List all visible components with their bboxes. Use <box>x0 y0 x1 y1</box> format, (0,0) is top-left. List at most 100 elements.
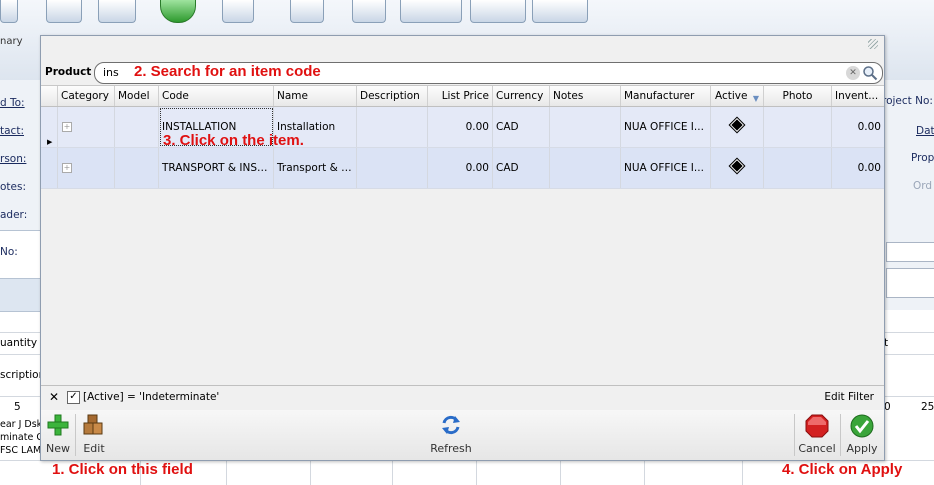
column-header-manufacturer[interactable]: Manufacturer <box>621 86 711 106</box>
bg-col-line <box>644 460 645 485</box>
expand-icon[interactable]: + <box>62 122 72 132</box>
bg-band <box>0 278 42 312</box>
search-icon[interactable] <box>862 65 878 81</box>
cell-inventory[interactable]: 0.00 <box>832 148 884 188</box>
annotation-step-2: 2. Search for an item code <box>134 63 321 80</box>
cell-category[interactable]: + <box>58 148 115 188</box>
bg-label-project-no: roject No: <box>882 95 933 107</box>
bg-label-send-to[interactable]: d To: <box>0 97 25 109</box>
product-lookup-popup: Product : ins ✕ Category Model Code Name… <box>40 35 885 461</box>
ribbon-document-icon[interactable] <box>46 0 82 23</box>
column-header-list-price[interactable]: List Price <box>428 86 493 106</box>
product-search-label: Product : <box>45 66 100 78</box>
cell-notes[interactable] <box>550 148 621 188</box>
clear-search-icon[interactable]: ✕ <box>846 66 860 80</box>
edit-button[interactable]: Edit <box>79 412 109 458</box>
boxes-icon <box>83 414 103 435</box>
column-header-photo[interactable]: Photo <box>764 86 832 106</box>
filter-icon[interactable]: ▼ <box>753 89 759 106</box>
ribbon-write-icon[interactable] <box>400 0 462 23</box>
bg-label-person[interactable]: rson: <box>0 153 26 165</box>
row-indicator: ▶ <box>41 107 58 147</box>
filter-enabled-checkbox[interactable]: ✓ <box>67 391 80 404</box>
ribbon-form-icon[interactable] <box>222 0 254 23</box>
toolbar-separator <box>840 414 841 456</box>
ribbon-page-icon[interactable] <box>290 0 324 23</box>
column-header-active[interactable]: Active ▼ <box>711 86 764 106</box>
cell-active[interactable] <box>711 148 764 188</box>
ribbon-summary-icon[interactable] <box>0 0 18 23</box>
active-indeterminate-icon <box>728 116 746 134</box>
bg-col-line <box>392 460 393 485</box>
cell-list-price[interactable]: 0.00 <box>428 107 493 147</box>
refresh-button-label: Refresh <box>430 442 472 455</box>
header-indicator <box>41 86 58 106</box>
ribbon-write-edit-icon[interactable] <box>470 0 526 23</box>
cancel-button[interactable]: Cancel <box>797 412 837 458</box>
column-header-notes[interactable]: Notes <box>550 86 621 106</box>
cell-active[interactable] <box>711 107 764 147</box>
edit-filter-button[interactable]: Edit Filter <box>824 391 874 403</box>
product-grid: Category Model Code Name Description Lis… <box>41 85 884 386</box>
cell-description[interactable] <box>357 107 428 147</box>
cell-currency[interactable]: CAD <box>493 148 550 188</box>
cell-manufacturer[interactable]: NUA OFFICE I... <box>621 107 711 147</box>
apply-button[interactable]: Apply <box>843 412 881 458</box>
bg-col-line <box>226 460 227 485</box>
row-pointer-icon: ▶ <box>47 138 53 146</box>
cell-name[interactable]: Transport & I... <box>274 148 357 188</box>
cell-model[interactable] <box>115 148 159 188</box>
column-header-code[interactable]: Code <box>159 86 274 106</box>
cell-code[interactable]: TRANSPORT & INST... <box>159 148 274 188</box>
bg-col-line <box>560 460 561 485</box>
bg-col-line <box>310 460 311 485</box>
stop-icon <box>805 414 829 438</box>
refresh-icon <box>442 415 460 435</box>
bg-label-no: No: <box>0 246 18 258</box>
row-indicator <box>41 148 58 188</box>
cancel-button-label: Cancel <box>798 442 836 455</box>
cell-list-price[interactable]: 0.00 <box>428 148 493 188</box>
bg-col-line <box>476 460 477 485</box>
annotation-step-3: 3. Click on the item. <box>163 132 304 149</box>
cell-notes[interactable] <box>550 107 621 147</box>
plus-icon <box>47 414 69 436</box>
bg-right-field-2[interactable] <box>886 268 934 298</box>
ribbon-globe-icon[interactable] <box>160 0 196 23</box>
background-form-left: d To: tact: rson: otes: ader: <box>0 80 42 230</box>
ribbon-page2-icon[interactable] <box>352 0 386 23</box>
cell-model[interactable] <box>115 107 159 147</box>
ribbon-schedule-icon[interactable] <box>532 0 588 23</box>
apply-button-label: Apply <box>846 442 878 455</box>
cell-manufacturer[interactable]: NUA OFFICE I... <box>621 148 711 188</box>
popup-toolbar: New Edit Refresh Cancel Apply <box>41 410 884 460</box>
background-form-right: roject No: Dat Prop Ord <box>882 80 934 310</box>
bg-label-date[interactable]: Dat <box>916 125 934 137</box>
column-header-description[interactable]: Description <box>357 86 428 106</box>
cell-currency[interactable]: CAD <box>493 107 550 147</box>
table-row[interactable]: + TRANSPORT & INST... Transport & I... 0… <box>41 148 884 189</box>
column-header-model[interactable]: Model <box>115 86 159 106</box>
cell-description[interactable] <box>357 148 428 188</box>
column-header-inventory[interactable]: Invent... <box>832 86 884 106</box>
cell-inventory[interactable]: 0.00 <box>832 107 884 147</box>
bg-label-contact[interactable]: tact: <box>0 125 24 137</box>
bg-right-field-1[interactable] <box>886 242 934 262</box>
active-indeterminate-icon <box>728 157 746 175</box>
column-header-name[interactable]: Name <box>274 86 357 106</box>
cell-photo[interactable] <box>764 148 832 188</box>
column-header-category[interactable]: Category <box>58 86 115 106</box>
new-button[interactable]: New <box>44 412 72 458</box>
new-button-label: New <box>46 442 70 455</box>
bg-label-notes: otes: <box>0 181 27 193</box>
column-header-currency[interactable]: Currency <box>493 86 550 106</box>
clear-filter-icon[interactable]: ✕ <box>49 390 59 404</box>
toolbar-separator <box>794 414 795 456</box>
ribbon-copy-icon[interactable] <box>98 0 136 23</box>
cell-photo[interactable] <box>764 107 832 147</box>
cell-category[interactable]: + <box>58 107 115 147</box>
expand-icon[interactable]: + <box>62 163 72 173</box>
refresh-button[interactable]: Refresh <box>426 412 476 458</box>
resize-grip-icon[interactable] <box>868 39 878 49</box>
product-search-value: ins <box>103 66 119 79</box>
